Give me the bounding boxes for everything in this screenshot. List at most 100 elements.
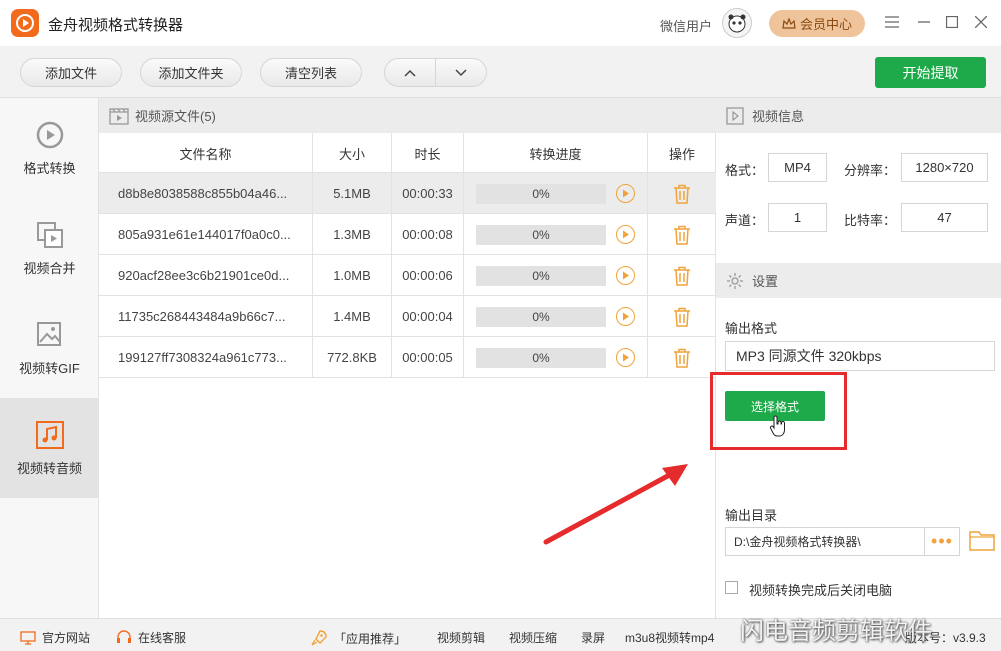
file-name: 11735c268443484a9b66c7... — [99, 296, 313, 337]
channel-label: 声道： — [725, 213, 765, 228]
progress-cell: 0% — [464, 337, 648, 378]
menu-icon[interactable] — [882, 12, 902, 32]
action-cell — [648, 296, 716, 337]
output-dir-label: 输出目录 — [725, 508, 778, 523]
app-logo-icon — [11, 9, 39, 37]
move-down-button[interactable] — [435, 58, 487, 87]
user-name[interactable]: 微信用户 — [660, 16, 712, 35]
video-info-header: 视频信息 — [716, 98, 1001, 133]
official-site-label: 官方网站 — [42, 631, 91, 645]
progress-bar: 0% — [476, 265, 606, 286]
minimize-icon[interactable] — [914, 12, 934, 32]
sidebar-item-video-merge[interactable]: 视频合并 — [0, 198, 99, 298]
recommend-link[interactable]: 「应用推荐」 — [310, 629, 406, 647]
resolution-value: 1280×720 — [901, 153, 988, 182]
sidebar: 格式转换 视频合并 视频转GIF 视频转音频 — [0, 98, 99, 618]
official-site-link[interactable]: 官方网站 — [20, 629, 90, 646]
online-service-link[interactable]: 在线客服 — [116, 629, 186, 646]
close-icon[interactable] — [971, 12, 991, 32]
folder-icon[interactable] — [969, 528, 995, 554]
start-extract-button[interactable]: 开始提取 — [875, 57, 986, 88]
file-name: d8b8e8038588c855b04a46... — [99, 173, 313, 214]
image-icon — [35, 320, 65, 350]
table-header: 文件名称 大小 时长 转换进度 操作 — [99, 133, 716, 173]
table-row[interactable]: 11735c268443484a9b66c7... 1.4MB 00:00:04… — [99, 296, 716, 337]
play-icon[interactable] — [616, 266, 635, 285]
hand-cursor-icon — [769, 415, 785, 437]
sidebar-item-format-convert[interactable]: 格式转换 — [0, 98, 99, 198]
file-list-header: 视频源文件(5) — [99, 98, 716, 133]
file-name: 805a931e61e144017f0a0c0... — [99, 214, 313, 255]
statusbar-link-screen-record[interactable]: 录屏 — [581, 629, 605, 646]
format-value: MP4 — [768, 153, 827, 182]
vip-label: 会员中心 — [799, 17, 852, 32]
file-duration: 00:00:08 — [392, 214, 464, 255]
sidebar-item-label: 视频转音频 — [16, 460, 82, 476]
sidebar-item-video-to-gif[interactable]: 视频转GIF — [0, 298, 99, 398]
column-header: 转换进度 — [464, 133, 648, 173]
sidebar-item-label: 视频合并 — [23, 260, 76, 276]
column-header: 时长 — [392, 133, 464, 173]
table-row[interactable]: d8b8e8038588c855b04a46... 5.1MB 00:00:33… — [99, 173, 716, 214]
online-service-label: 在线客服 — [138, 631, 187, 645]
play-icon[interactable] — [616, 184, 635, 203]
add-folder-button[interactable]: 添加文件夹 — [140, 58, 242, 87]
play-icon[interactable] — [616, 307, 635, 326]
file-list-title: 视频源文件(5) — [135, 109, 216, 124]
sidebar-item-label: 视频转GIF — [19, 360, 80, 376]
table-row[interactable]: 920acf28ee3c6b21901ce0d... 1.0MB 00:00:0… — [99, 255, 716, 296]
sidebar-item-video-to-audio[interactable]: 视频转音频 — [0, 398, 99, 498]
vip-center-button[interactable]: 会员中心 — [769, 10, 865, 37]
statusbar-link-m3u8[interactable]: m3u8视频转mp4 — [625, 629, 714, 646]
maximize-icon[interactable] — [942, 12, 962, 32]
trash-icon[interactable] — [673, 184, 691, 204]
trash-icon[interactable] — [673, 225, 691, 245]
statusbar-link-video-edit[interactable]: 视频剪辑 — [437, 629, 485, 646]
red-arrow-icon — [543, 464, 688, 545]
progress-bar: 0% — [476, 306, 606, 327]
progress-cell: 0% — [464, 173, 648, 214]
output-format-field[interactable]: MP3 同源文件 320kbps — [725, 341, 995, 371]
play-icon[interactable] — [616, 348, 635, 367]
progress-bar: 0% — [476, 183, 606, 204]
file-size: 1.4MB — [313, 296, 392, 337]
file-name: 920acf28ee3c6b21901ce0d... — [99, 255, 313, 296]
trash-icon[interactable] — [673, 307, 691, 327]
action-cell — [648, 337, 716, 378]
statusbar-link-video-compress[interactable]: 视频压缩 — [509, 629, 557, 646]
headset-icon — [117, 630, 131, 643]
shutdown-label: 视频转换完成后关闭电脑 — [749, 583, 893, 598]
recommend-label: 「应用推荐」 — [334, 631, 407, 646]
file-size: 5.1MB — [313, 173, 392, 214]
monitor-icon — [20, 630, 36, 645]
clear-list-button[interactable]: 清空列表 — [260, 58, 362, 87]
table-row[interactable]: 199127ff7308324a961c773... 772.8KB 00:00… — [99, 337, 716, 378]
browse-button[interactable]: ••• — [925, 527, 960, 556]
output-dir-field[interactable]: D:\金舟视频格式转换器\ — [725, 527, 925, 556]
shutdown-checkbox[interactable] — [725, 581, 738, 594]
chevron-down-icon — [455, 68, 467, 76]
trash-icon[interactable] — [673, 266, 691, 286]
trash-icon[interactable] — [673, 348, 691, 368]
avatar[interactable] — [722, 8, 752, 38]
video-file-icon — [109, 107, 129, 125]
resolution-label: 分辨率： — [844, 163, 897, 178]
add-file-button[interactable]: 添加文件 — [20, 58, 122, 87]
crown-icon — [782, 17, 796, 29]
action-cell — [648, 173, 716, 214]
settings-title: 设置 — [752, 274, 779, 289]
channel-value: 1 — [768, 203, 827, 232]
format-label: 格式： — [725, 163, 765, 178]
settings-header: 设置 — [716, 263, 1001, 298]
move-up-button[interactable] — [384, 58, 436, 87]
file-size: 1.3MB — [313, 214, 392, 255]
file-size: 1.0MB — [313, 255, 392, 296]
progress-cell: 0% — [464, 296, 648, 337]
bitrate-value: 47 — [901, 203, 988, 232]
action-cell — [648, 255, 716, 296]
app-title: 金舟视频格式转换器 — [48, 17, 184, 34]
table-row[interactable]: 805a931e61e144017f0a0c0... 1.3MB 00:00:0… — [99, 214, 716, 255]
chevron-up-icon — [404, 69, 416, 77]
play-icon[interactable] — [616, 225, 635, 244]
watermark-text: 闪电音频剪辑软件 — [740, 618, 932, 645]
